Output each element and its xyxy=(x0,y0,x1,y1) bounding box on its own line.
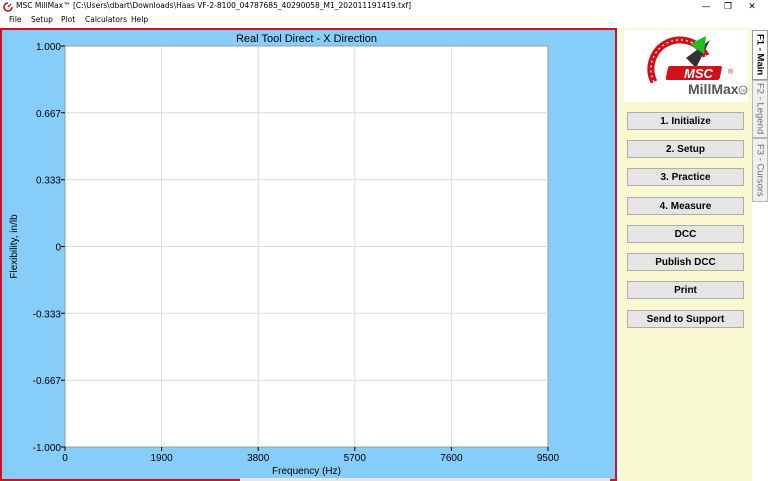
send-to-support-button[interactable]: Send to Support xyxy=(627,310,744,328)
logo-trademark: TM xyxy=(740,88,746,93)
y-tick-label: -0.667 xyxy=(33,376,62,387)
y-tick-label: -0.333 xyxy=(33,309,62,320)
practice-button[interactable]: 3. Practice xyxy=(627,168,744,186)
logo-product: MillMax xyxy=(688,81,739,97)
gauge-logo-icon: MSC ® MillMax TM xyxy=(647,36,748,97)
x-axis-ticks: 0 1900 3800 5700 7600 9500 xyxy=(62,447,560,464)
close-button[interactable]: ✕ xyxy=(740,0,764,14)
x-axis-label: Frequency (Hz) xyxy=(272,466,341,477)
tab-legend-label: F2 - Legend xyxy=(754,83,766,135)
tab-main[interactable]: F1 - Main xyxy=(752,30,768,80)
x-tick-label: 7600 xyxy=(440,453,463,464)
y-axis-label: Flexibility, in/lb xyxy=(9,214,20,279)
menu-file[interactable]: File xyxy=(9,15,22,24)
menu-plot[interactable]: Plot xyxy=(61,15,75,24)
menu-bar: File Setup Plot Calculators Help xyxy=(0,14,768,27)
minimize-button[interactable]: — xyxy=(694,0,718,14)
millmax-window: MSC MillMax™ [C:\Users\dbart\Downloads\H… xyxy=(0,0,768,481)
x-tick-label: 9500 xyxy=(537,453,560,464)
msc-millmax-logo: MSC ® MillMax TM xyxy=(624,30,748,102)
y-tick-label: 0.333 xyxy=(36,176,61,187)
tab-main-label: F1 - Main xyxy=(754,34,766,76)
x-tick-label: 3800 xyxy=(247,453,270,464)
logo-registered: ® xyxy=(728,68,734,76)
y-tick-label: 0.667 xyxy=(36,109,61,120)
vertical-tabs: F1 - Main F2 - Legend F3 - Cursors xyxy=(752,28,768,481)
x-tick-label: 0 xyxy=(62,453,68,464)
maximize-button[interactable]: ❐ xyxy=(716,0,740,14)
print-button[interactable]: Print xyxy=(627,281,744,299)
publish-dcc-button[interactable]: Publish DCC xyxy=(627,253,744,271)
y-tick-label: 1.000 xyxy=(36,42,61,53)
y-tick-label: 0 xyxy=(55,243,61,254)
tab-cursors[interactable]: F3 - Cursors xyxy=(752,138,768,202)
plot-panel[interactable]: 0 1900 3800 5700 7600 9500 1.000 0.667 0.333 0 -0… xyxy=(0,28,617,481)
menu-calculators[interactable]: Calculators xyxy=(85,15,127,24)
window-title: MSC MillMax™ [C:\Users\dbart\Downloads\H… xyxy=(16,1,412,10)
tab-legend[interactable]: F2 - Legend xyxy=(752,80,768,138)
frf-chart[interactable]: 0 1900 3800 5700 7600 9500 1.000 0.667 0.333 0 -0… xyxy=(2,30,615,479)
setup-button[interactable]: 2. Setup xyxy=(627,140,744,158)
title-bar: MSC MillMax™ [C:\Users\dbart\Downloads\H… xyxy=(0,0,768,14)
x-tick-label: 5700 xyxy=(344,453,367,464)
y-axis-ticks: 1.000 0.667 0.333 0 -0.333 -0.667 -1.000 xyxy=(33,42,65,454)
x-tick-label: 1900 xyxy=(150,453,173,464)
tab-cursors-label: F3 - Cursors xyxy=(754,143,766,197)
chart-title: Real Tool Direct - X Direction xyxy=(236,33,377,45)
initialize-button[interactable]: 1. Initialize xyxy=(627,112,744,130)
logo-brand: MSC xyxy=(684,66,714,81)
app-logo-icon xyxy=(3,2,13,12)
control-panel: MSC ® MillMax TM 1. Initialize 2. Setup … xyxy=(620,28,752,481)
dcc-button[interactable]: DCC xyxy=(627,225,744,243)
y-tick-label: -1.000 xyxy=(33,443,62,454)
measure-button[interactable]: 4. Measure xyxy=(627,197,744,215)
menu-help[interactable]: Help xyxy=(131,15,148,24)
menu-setup[interactable]: Setup xyxy=(31,15,53,24)
